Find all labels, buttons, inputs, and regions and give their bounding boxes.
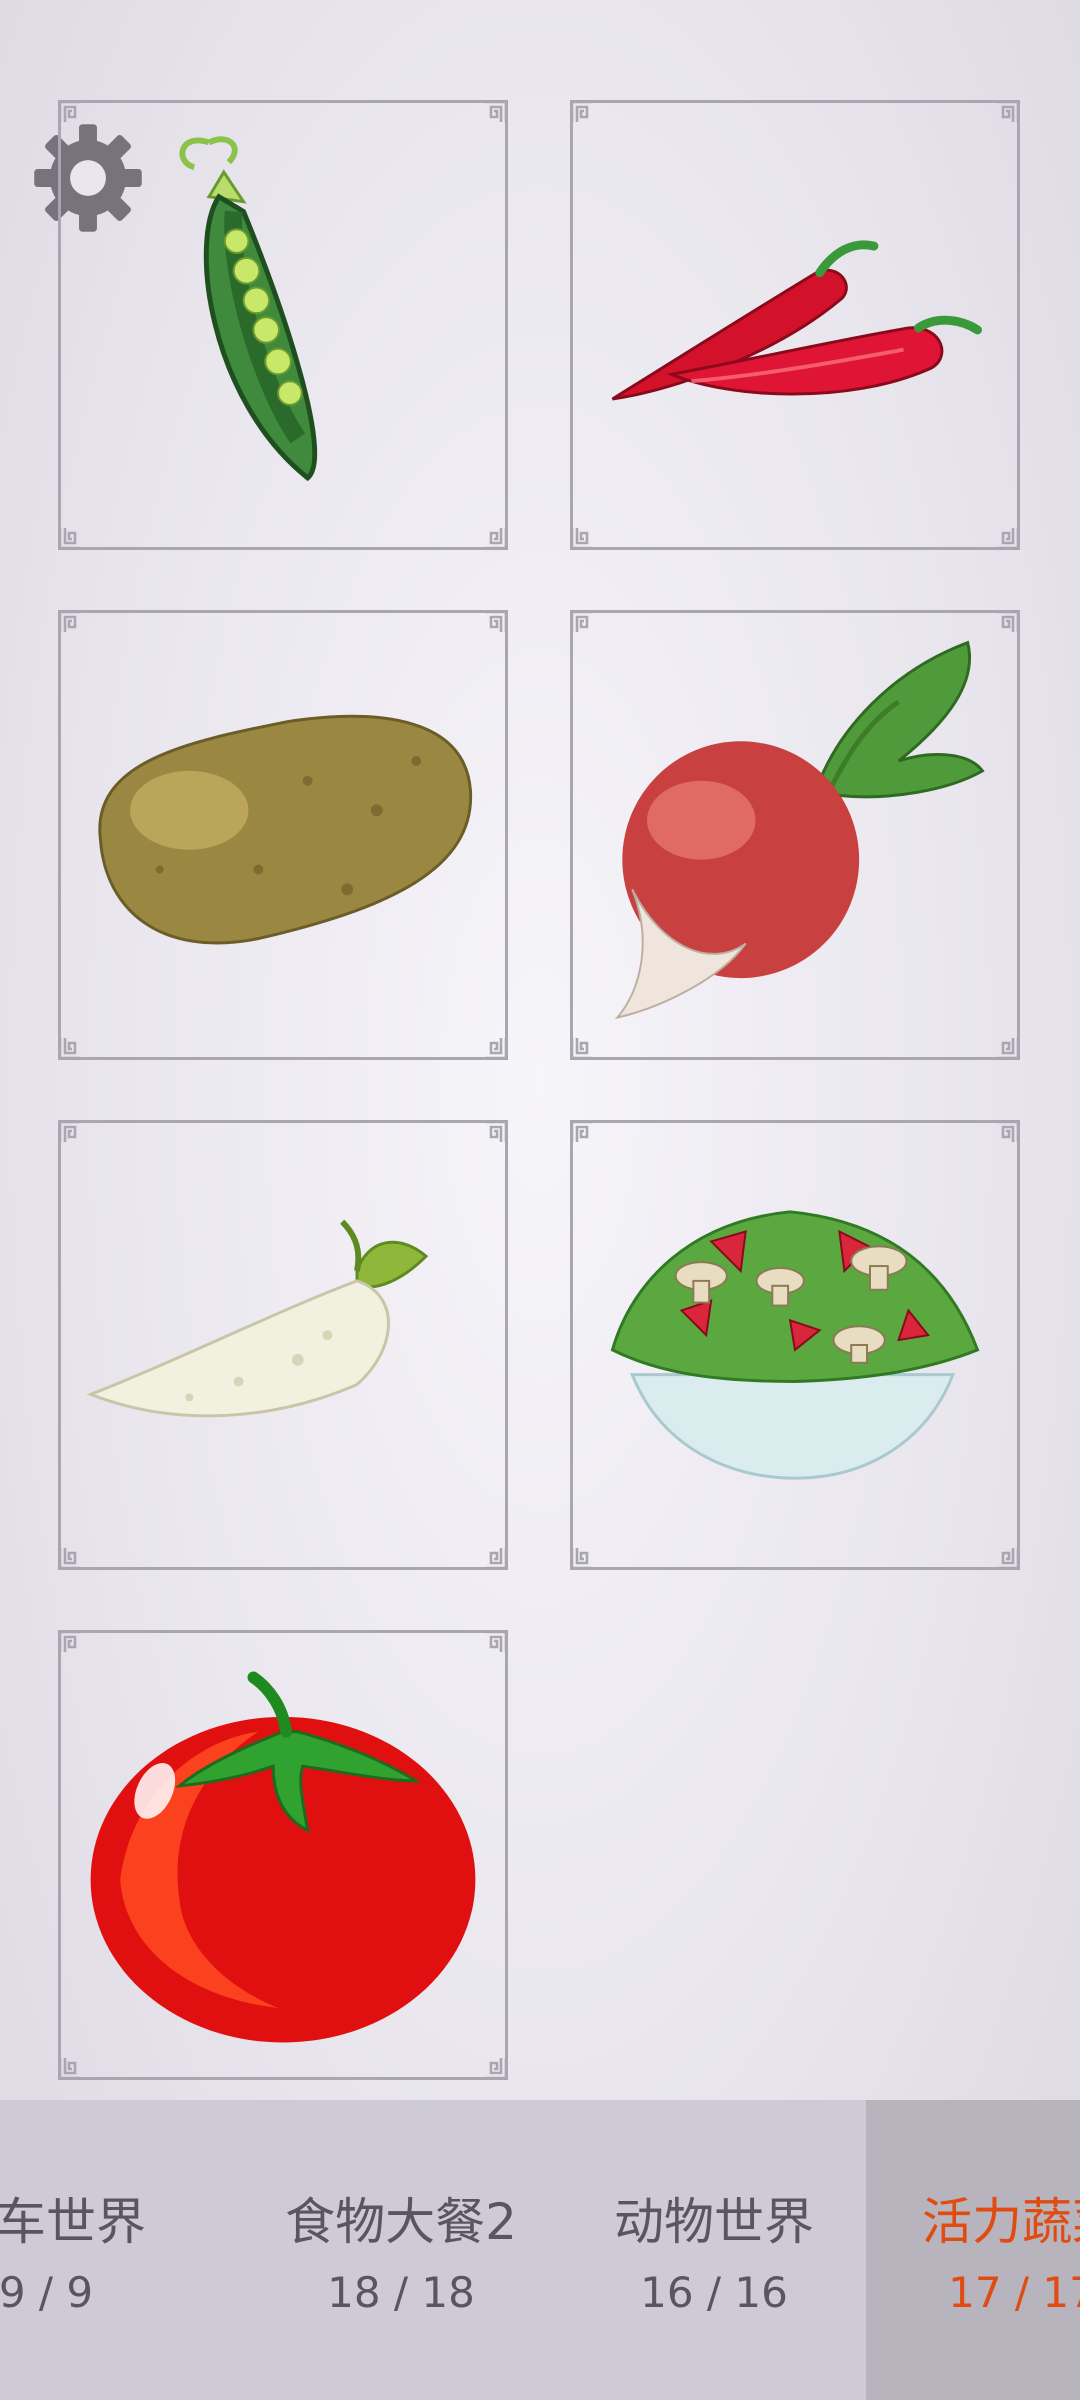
tab-vibrant-vegetables[interactable]: 活力蔬菜 17 / 17 [866, 2100, 1080, 2400]
chili-peppers-image [573, 103, 1017, 547]
tab-food-feast-2[interactable]: 食物大餐2 18 / 18 [245, 2100, 557, 2400]
tomato-image [61, 1633, 505, 2077]
vegetable-card-potato[interactable] [58, 610, 508, 1060]
vegetable-card-daikon[interactable] [58, 1120, 508, 1570]
vegetable-card-salad[interactable] [570, 1120, 1020, 1570]
category-tab-bar: 汽车世界 9 / 9 食物大餐2 18 / 18 动物世界 16 / 16 活力… [0, 2100, 1080, 2400]
tab-count: 9 / 9 [0, 2268, 94, 2317]
potato-image [61, 613, 505, 1057]
salad-bowl-image [573, 1123, 1017, 1567]
tab-count: 17 / 17 [948, 2268, 1080, 2317]
tab-name: 汽车世界 [0, 2193, 146, 2251]
vegetable-card-pea[interactable] [58, 100, 508, 550]
vegetable-card-tomato[interactable] [58, 1630, 508, 2080]
tab-animal-world[interactable]: 动物世界 16 / 16 [558, 2100, 870, 2400]
radish-image [573, 613, 1017, 1057]
pea-pod-image [61, 103, 505, 547]
vegetable-card-radish[interactable] [570, 610, 1020, 1060]
tab-car-world[interactable]: 汽车世界 9 / 9 [0, 2100, 202, 2400]
tab-count: 18 / 18 [327, 2268, 475, 2317]
daikon-image [61, 1123, 505, 1567]
tab-name: 食物大餐2 [285, 2193, 517, 2251]
vegetable-card-chili[interactable] [570, 100, 1020, 550]
tab-name: 动物世界 [614, 2193, 814, 2251]
tab-name: 活力蔬菜 [922, 2193, 1080, 2251]
tab-count: 16 / 16 [640, 2268, 788, 2317]
